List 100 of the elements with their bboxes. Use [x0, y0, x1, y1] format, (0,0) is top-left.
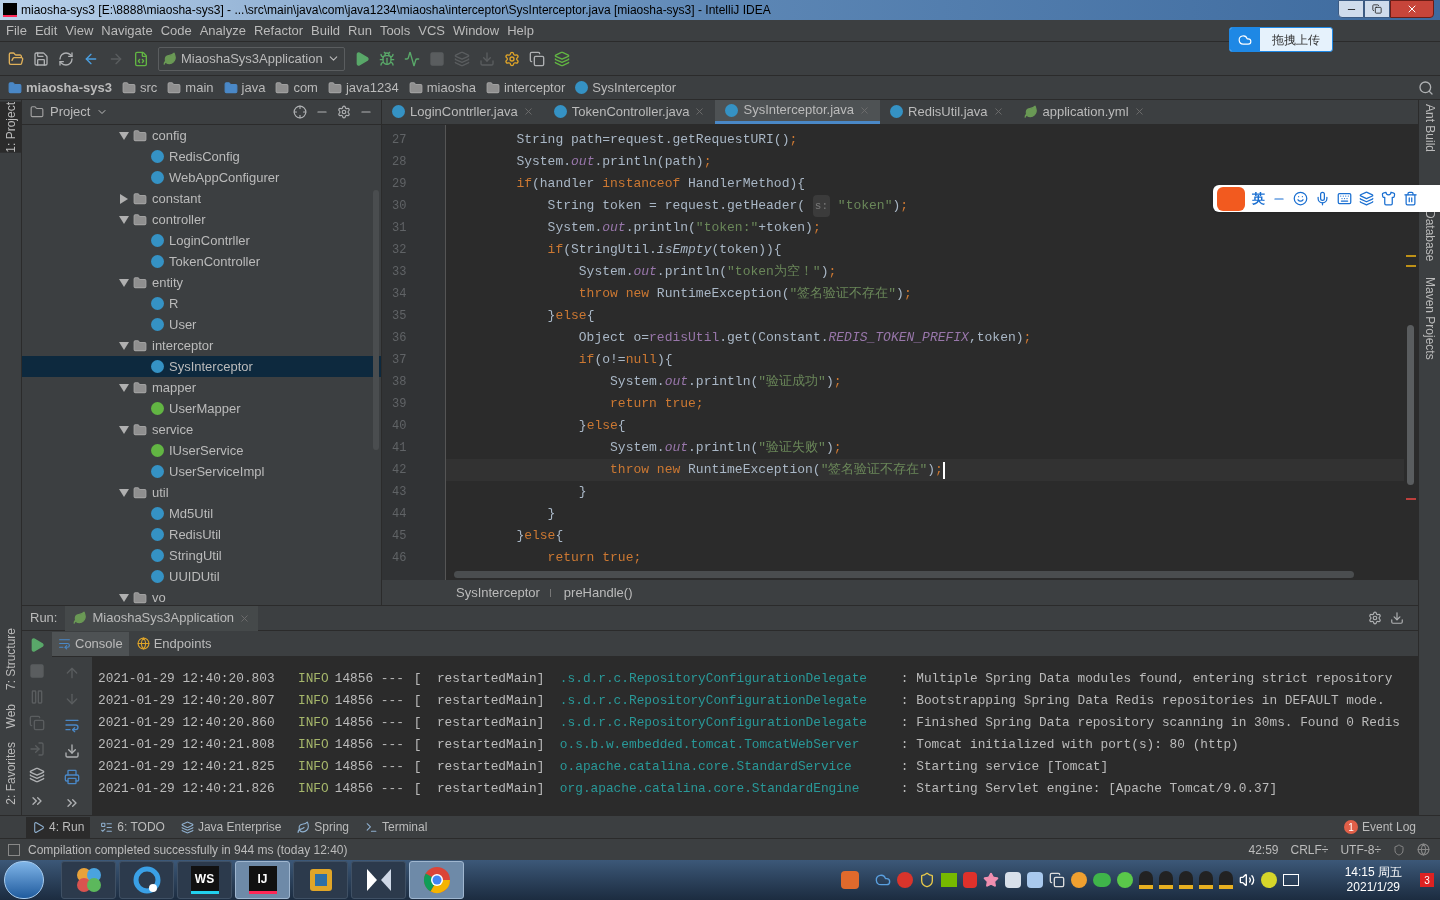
penguin-icon[interactable]: [1158, 871, 1173, 889]
penguin-icon[interactable]: [1178, 871, 1193, 889]
debug-icon[interactable]: [378, 50, 395, 67]
taskbar-app[interactable]: [293, 861, 348, 899]
upload-button[interactable]: 拖拽上传: [1229, 27, 1333, 52]
menu-item[interactable]: Tools: [375, 20, 415, 41]
tray-app-icon[interactable]: [940, 873, 957, 887]
editor-tab[interactable]: TokenController.java: [543, 99, 716, 124]
tree-item[interactable]: UserMapper: [22, 398, 381, 419]
volume-icon[interactable]: [1238, 872, 1255, 888]
copy-icon[interactable]: [1048, 872, 1065, 888]
tree-item[interactable]: interceptor: [22, 335, 381, 356]
tree-item[interactable]: vo: [22, 587, 381, 605]
settings-icon[interactable]: [503, 50, 520, 67]
tree-item[interactable]: User: [22, 314, 381, 335]
file-encoding[interactable]: UTF-8÷: [1340, 840, 1381, 859]
collapsed-arrow-icon[interactable]: [120, 193, 128, 204]
breadcrumb-item[interactable]: java1234: [345, 77, 399, 98]
menu-item[interactable]: Code: [156, 20, 196, 41]
breadcrumb-item[interactable]: miaosha: [426, 77, 476, 98]
display-icon[interactable]: [1282, 874, 1299, 886]
expanded-arrow-icon[interactable]: [119, 593, 129, 602]
breadcrumb-item[interactable]: SysInterceptor: [592, 77, 677, 98]
event-log-button[interactable]: 1 Event Log: [1343, 818, 1416, 836]
side-tool-tab[interactable]: 2: Favorites: [0, 742, 21, 805]
editor-tab[interactable]: application.yml: [1013, 99, 1155, 124]
penguin-icon[interactable]: [1138, 871, 1153, 889]
wrap-icon[interactable]: [64, 717, 80, 733]
breadcrumb-item[interactable]: com: [293, 77, 318, 98]
scrollbar[interactable]: [373, 190, 379, 450]
menu-item[interactable]: Navigate: [97, 20, 157, 41]
expanded-arrow-icon[interactable]: [119, 383, 129, 392]
tree-item[interactable]: entity: [22, 272, 381, 293]
menu-item[interactable]: View: [61, 20, 98, 41]
editor-tab[interactable]: RedisUtil.java: [880, 99, 1014, 124]
expanded-arrow-icon[interactable]: [119, 425, 129, 434]
tool-window-button[interactable]: 4: Run: [26, 816, 91, 838]
menu-item[interactable]: Run: [344, 20, 376, 41]
run-config-dropdown[interactable]: MiaoshaSys3Application: [158, 46, 345, 71]
settings-icon[interactable]: [337, 105, 351, 119]
tree-item[interactable]: IUserService: [22, 440, 381, 461]
input-mode[interactable]: 英: [1252, 188, 1265, 209]
restore-button[interactable]: [1364, 0, 1390, 18]
breadcrumb-item[interactable]: miaosha-sys3: [26, 77, 112, 98]
scrollbar[interactable]: [1407, 325, 1414, 485]
menu-item[interactable]: Build: [307, 20, 344, 41]
tool-window-button[interactable]: 6: TODO: [94, 816, 171, 838]
breadcrumb-item[interactable]: SysInterceptor: [456, 582, 540, 603]
shirt-icon[interactable]: [1381, 191, 1396, 206]
tool-window-button[interactable]: Spring: [291, 816, 355, 838]
layout-icon[interactable]: [29, 767, 45, 783]
breadcrumb-item[interactable]: src: [140, 77, 158, 98]
horizontal-scrollbar[interactable]: [454, 571, 1354, 578]
panel-toggle-icon[interactable]: [8, 843, 20, 856]
cloud-icon[interactable]: [874, 872, 891, 888]
menu-item[interactable]: Refactor: [249, 20, 308, 41]
tree-item[interactable]: RedisUtil: [22, 524, 381, 545]
tray-app-icon[interactable]: [1260, 872, 1277, 888]
tree-item[interactable]: SysInterceptor: [22, 356, 381, 377]
notification-badge[interactable]: 3: [1420, 873, 1434, 887]
tool-window-button[interactable]: Java Enterprise: [174, 816, 288, 838]
chat-bubble-icon[interactable]: [1092, 873, 1111, 887]
breadcrumb-item[interactable]: main: [185, 77, 214, 98]
tree-item[interactable]: R: [22, 293, 381, 314]
side-tool-tab[interactable]: 7: Structure: [0, 627, 21, 690]
minimize-button[interactable]: [1338, 0, 1364, 18]
breadcrumb-item[interactable]: java: [241, 77, 266, 98]
chat-bubble-icon[interactable]: [1116, 872, 1133, 888]
microphone-icon[interactable]: [1315, 191, 1330, 206]
menu-item[interactable]: Help: [503, 20, 538, 41]
shield-icon[interactable]: [918, 872, 935, 888]
expanded-arrow-icon[interactable]: [119, 278, 129, 287]
console-tab[interactable]: Console: [52, 631, 129, 656]
close-button[interactable]: [1390, 0, 1434, 18]
menu-item[interactable]: Window: [448, 20, 504, 41]
search-icon[interactable]: [1418, 80, 1434, 96]
tree-item[interactable]: TokenController: [22, 251, 381, 272]
tree-item[interactable]: UserServiceImpl: [22, 461, 381, 482]
taskbar-app[interactable]: [61, 861, 116, 899]
rerun-icon[interactable]: [29, 637, 45, 653]
save-icon[interactable]: [33, 50, 49, 67]
expanded-arrow-icon[interactable]: [119, 341, 129, 350]
editor-tab[interactable]: SysInterceptor.java: [715, 99, 881, 124]
editor-tab[interactable]: LoginContrller.java: [382, 99, 544, 124]
caret-position[interactable]: 42:59: [1248, 840, 1279, 859]
tree-item[interactable]: controller: [22, 209, 381, 230]
settings-icon[interactable]: [1368, 611, 1382, 625]
side-tool-tab[interactable]: Maven Projects: [1419, 277, 1440, 361]
tree-item[interactable]: util: [22, 482, 381, 503]
tree-item[interactable]: LoginContrller: [22, 230, 381, 251]
line-separator[interactable]: CRLF÷: [1290, 840, 1329, 859]
sync-icon[interactable]: [58, 50, 74, 67]
keyboard-icon[interactable]: [1337, 191, 1352, 206]
side-tool-tab[interactable]: Ant Build: [1419, 104, 1440, 153]
taskbar-app[interactable]: IJ: [235, 861, 290, 899]
tree-item[interactable]: config: [22, 125, 381, 146]
penguin-icon[interactable]: [1218, 871, 1233, 889]
clock[interactable]: 14:15 周五 2021/1/29: [1344, 865, 1402, 895]
flower-icon[interactable]: [982, 872, 999, 888]
breadcrumb-item[interactable]: interceptor: [503, 77, 566, 98]
